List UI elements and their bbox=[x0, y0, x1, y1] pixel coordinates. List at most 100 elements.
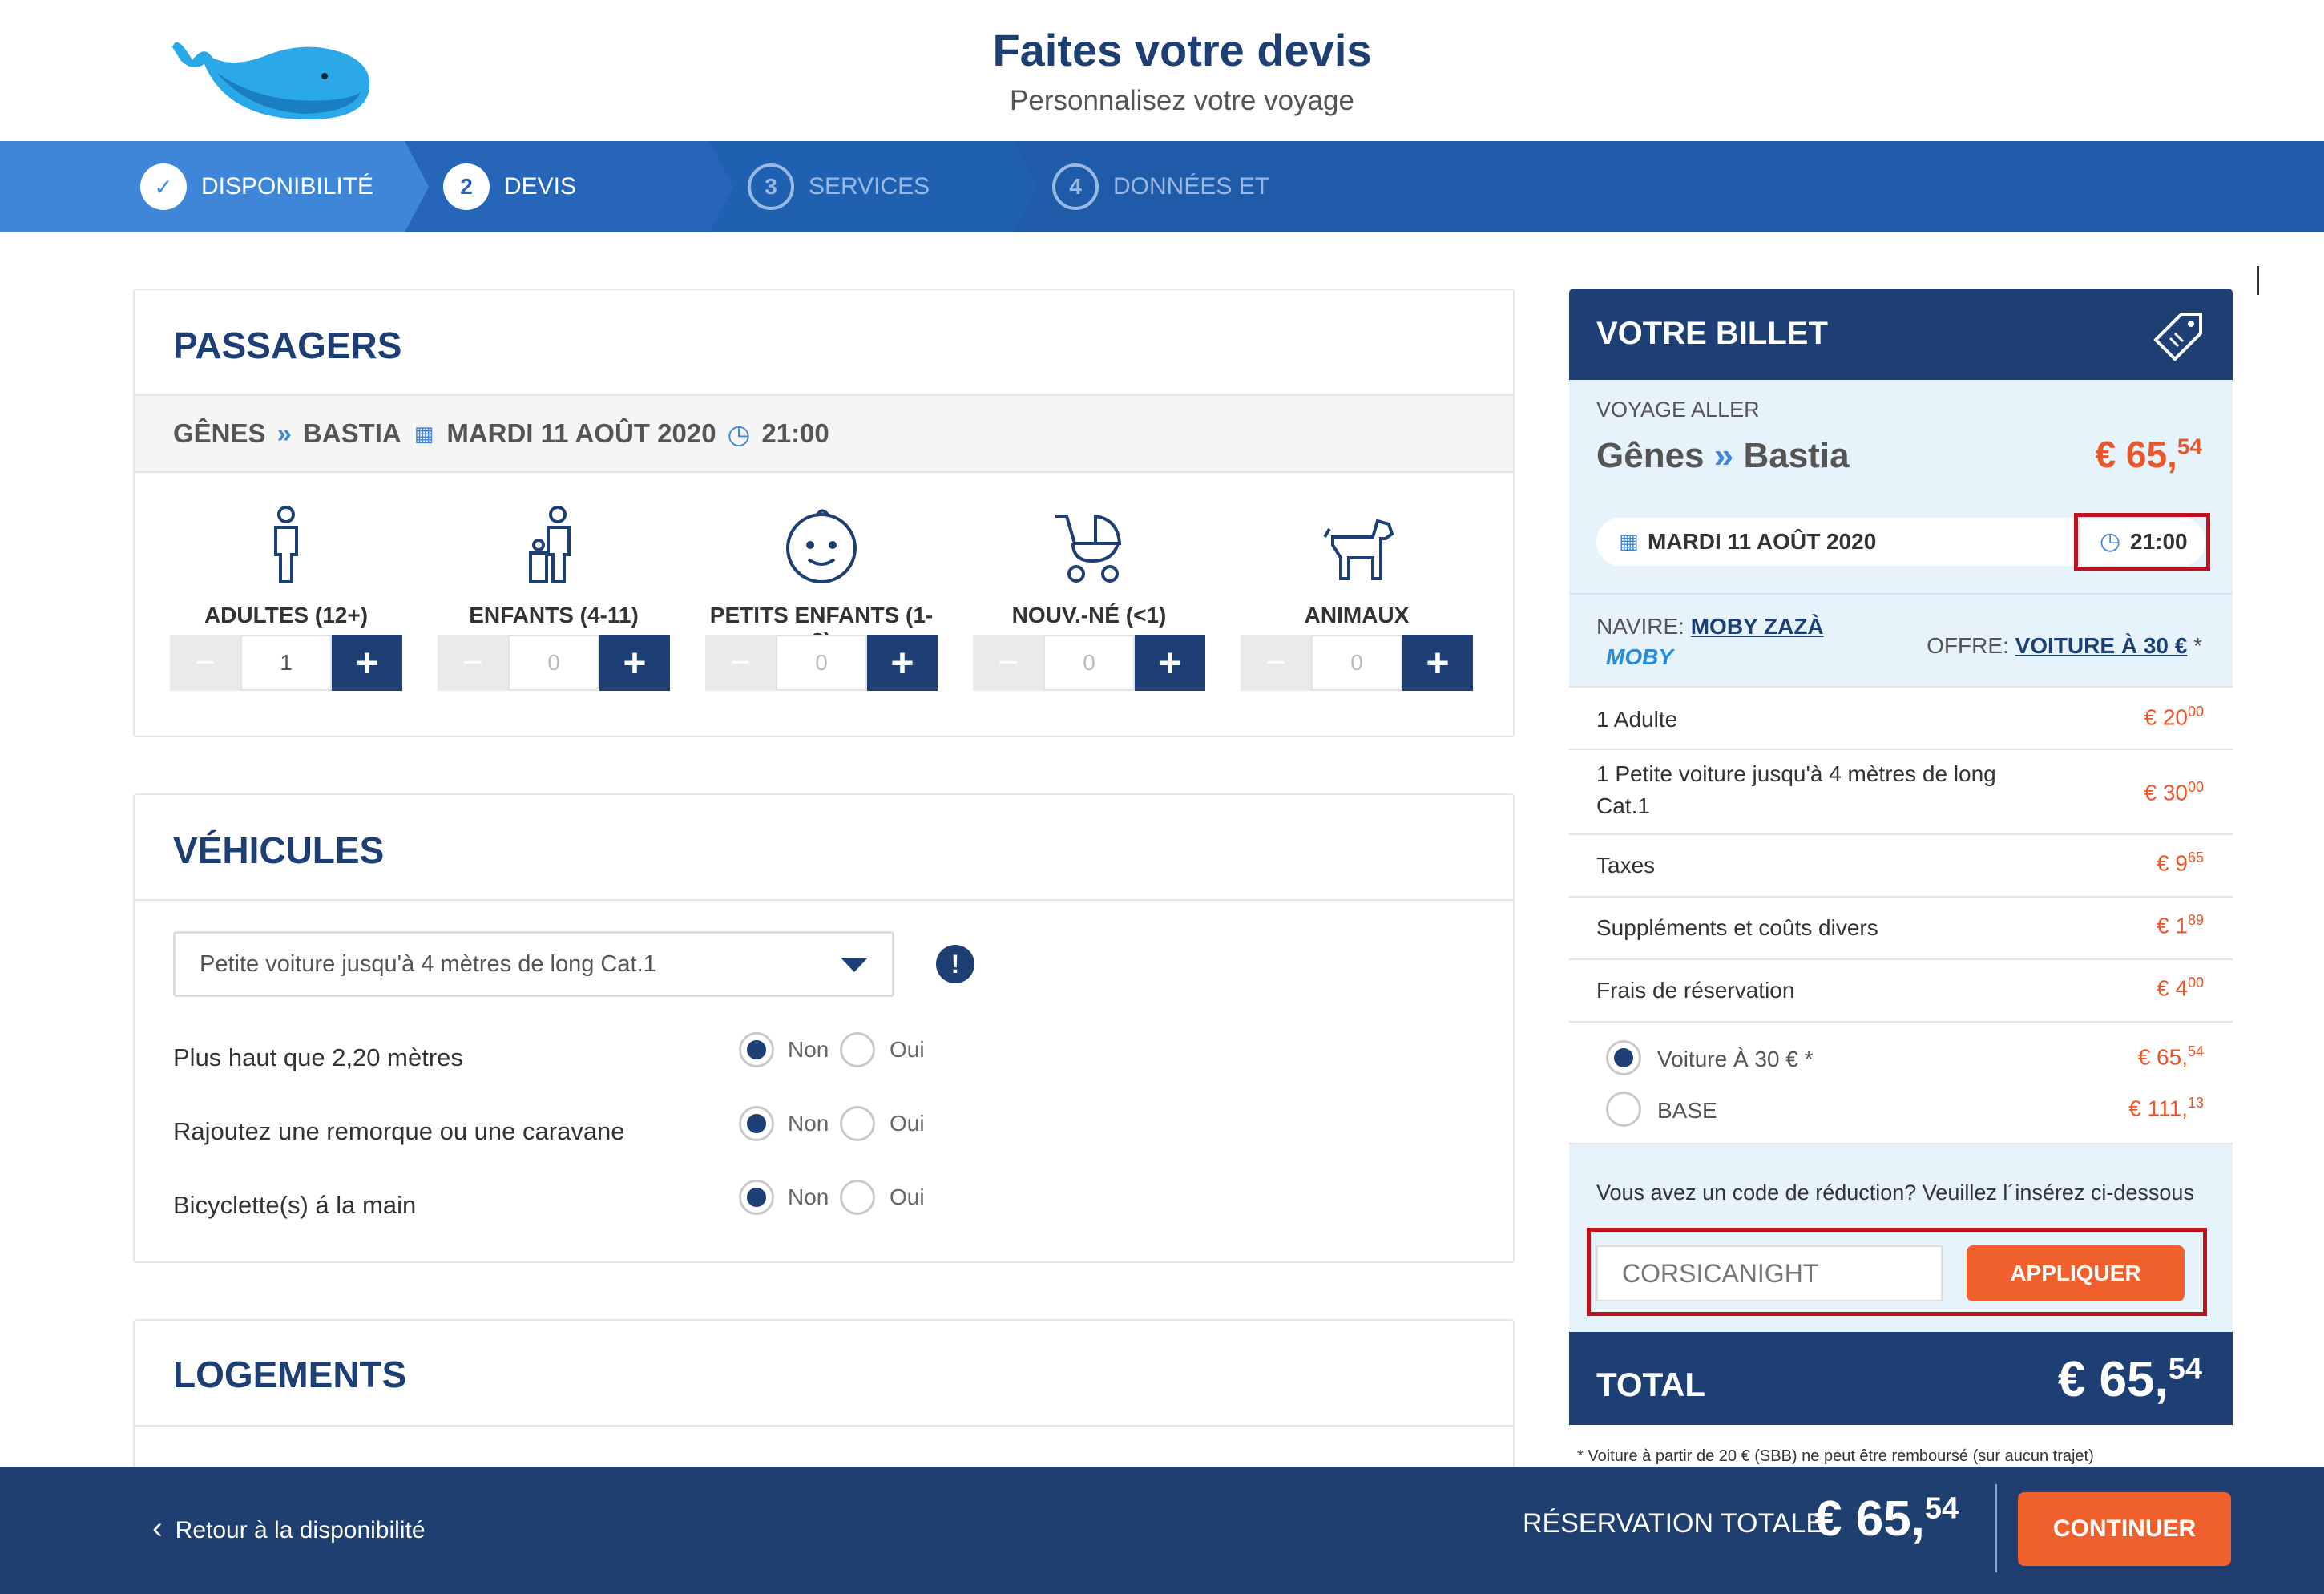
plus-button[interactable]: + bbox=[867, 635, 938, 691]
fare-price: € 111,13 bbox=[2128, 1095, 2204, 1121]
double-chevron-icon: » bbox=[276, 418, 292, 448]
offer-link[interactable]: VOITURE À 30 € bbox=[2015, 633, 2188, 658]
radio-label: Non bbox=[788, 1184, 829, 1209]
step-label: DISPONIBILITÉ bbox=[201, 173, 374, 200]
line-desc-2: Cat.1 bbox=[1596, 793, 1650, 818]
trailer-no-radio[interactable] bbox=[739, 1106, 774, 1141]
step-label: DEVIS bbox=[504, 173, 577, 200]
step-number: 3 bbox=[748, 163, 794, 210]
line-price-int: € 4 bbox=[2157, 975, 2188, 1001]
pax-label: ANIMAUX bbox=[1304, 603, 1410, 628]
ticket-price: € 65,54 bbox=[2096, 433, 2202, 476]
ship-link[interactable]: MOBY ZAZÀ bbox=[1691, 614, 1824, 639]
ticket-price-int: € 65, bbox=[2095, 434, 2177, 475]
highlight-time-box bbox=[2074, 513, 2210, 571]
vehicle-select-value: Petite voiture jusqu'à 4 mètres de long … bbox=[200, 950, 656, 977]
ticket-title: VOTRE BILLET bbox=[1596, 316, 1828, 351]
total-price-int: € 65, bbox=[2057, 1352, 2169, 1407]
step-label: DONNÉES ET bbox=[1113, 173, 1270, 200]
toddlers-stepper: − 0 + bbox=[705, 635, 938, 691]
total-price-dec: 54 bbox=[2168, 1352, 2202, 1386]
back-link[interactable]: ‹ Retour à la disponibilité bbox=[152, 1511, 426, 1546]
plus-button[interactable]: + bbox=[599, 635, 670, 691]
step-disponibilite[interactable]: ✓ DISPONIBILITÉ bbox=[0, 141, 405, 232]
minus-button[interactable]: − bbox=[438, 635, 508, 691]
ship-label: NAVIRE: bbox=[1596, 614, 1684, 639]
price-line: 1 Adulte € 2000 bbox=[1569, 686, 2233, 750]
dog-icon bbox=[1323, 519, 1394, 580]
children-stepper: − 0 + bbox=[438, 635, 670, 691]
step-number: 2 bbox=[443, 163, 490, 210]
info-icon[interactable]: ! bbox=[936, 945, 974, 983]
baby-face-icon bbox=[786, 509, 857, 583]
ticket-price-dec: 54 bbox=[2177, 434, 2202, 459]
radio-label: Oui bbox=[890, 1037, 925, 1062]
passengers-title: PASSAGERS bbox=[173, 325, 402, 366]
line-price-int: € 30 bbox=[2144, 780, 2188, 805]
footnote: * Voiture à partir de 20 € (SBB) ne peut… bbox=[1577, 1447, 2094, 1465]
fare-voiture-radio[interactable] bbox=[1606, 1040, 1641, 1075]
newborn-count[interactable]: 0 bbox=[1043, 635, 1135, 691]
fare-base-radio[interactable] bbox=[1606, 1092, 1641, 1127]
minus-button[interactable]: − bbox=[1241, 635, 1311, 691]
route-date: MARDI 11 AOÛT 2020 bbox=[446, 418, 716, 448]
trailer-yes-radio[interactable] bbox=[840, 1106, 875, 1141]
total-price: € 65,54 bbox=[2058, 1351, 2202, 1408]
line-desc: 1 Petite voiture jusqu'à 4 mètres de lon… bbox=[1596, 761, 1996, 786]
footer-total-label: RÉSERVATION TOTALE bbox=[1523, 1508, 1824, 1539]
children-count[interactable]: 0 bbox=[508, 635, 599, 691]
minus-button[interactable]: − bbox=[705, 635, 776, 691]
divider bbox=[135, 1425, 1513, 1427]
footer-total: € 65,54 bbox=[1814, 1491, 1959, 1548]
bicycle-yes-radio[interactable] bbox=[840, 1180, 875, 1215]
adult-count[interactable]: 1 bbox=[240, 635, 332, 691]
animals-count[interactable]: 0 bbox=[1311, 635, 1402, 691]
height-no-radio[interactable] bbox=[739, 1032, 774, 1067]
line-desc: Frais de réservation bbox=[1596, 978, 1795, 1003]
moby-logo: MOBY bbox=[1606, 644, 1673, 669]
step-number: 4 bbox=[1052, 163, 1099, 210]
bicycle-no-radio[interactable] bbox=[739, 1180, 774, 1215]
line-price: € 3000 bbox=[2144, 779, 2204, 805]
divider bbox=[135, 899, 1513, 901]
plus-button[interactable]: + bbox=[332, 635, 402, 691]
child-icon bbox=[529, 506, 571, 583]
fare-price: € 65,54 bbox=[2137, 1043, 2204, 1070]
vehicle-select[interactable]: Petite voiture jusqu'à 4 mètres de long … bbox=[173, 931, 894, 997]
route-to: BASTIA bbox=[302, 418, 401, 448]
pax-newborn: NOUV.-NÉ (<1) bbox=[973, 505, 1205, 628]
pax-animals: ANIMAUX bbox=[1241, 505, 1473, 628]
minus-button[interactable]: − bbox=[170, 635, 240, 691]
minus-button[interactable]: − bbox=[973, 635, 1043, 691]
calendar-icon: ▦ bbox=[414, 421, 434, 446]
fare-label: BASE bbox=[1657, 1098, 1717, 1123]
price-line: Suppléments et coûts divers € 189 bbox=[1569, 898, 2233, 960]
calendar-icon: ▦ bbox=[1619, 529, 1639, 553]
footer-total-int: € 65, bbox=[1814, 1491, 1925, 1547]
back-label: Retour à la disponibilité bbox=[175, 1517, 426, 1544]
ticket-from: Gênes bbox=[1596, 436, 1705, 475]
ship-info: NAVIRE: MOBY ZAZÀ bbox=[1596, 614, 1824, 640]
highlight-promo-box bbox=[1587, 1228, 2207, 1316]
fare-price-dec: 13 bbox=[2187, 1095, 2204, 1111]
divider bbox=[1995, 1484, 1997, 1572]
chevron-down-icon bbox=[841, 958, 868, 972]
line-price-int: € 9 bbox=[2157, 850, 2188, 876]
step-label: SERVICES bbox=[809, 173, 930, 200]
plus-button[interactable]: + bbox=[1402, 635, 1473, 691]
line-price: € 2000 bbox=[2144, 704, 2204, 730]
question-trailer: Rajoutez une remorque ou une caravane bbox=[173, 1117, 625, 1145]
adult-stepper: − 1 + bbox=[170, 635, 402, 691]
total-label: TOTAL bbox=[1596, 1366, 1706, 1403]
fare-label: Voiture À 30 € * bbox=[1657, 1047, 1814, 1071]
route-bar: GÊNES » BASTIA ▦ MARDI 11 AOÛT 2020 ◷ 21… bbox=[135, 394, 1513, 473]
continue-button[interactable]: CONTINUER bbox=[2018, 1492, 2231, 1566]
height-yes-radio[interactable] bbox=[840, 1032, 875, 1067]
pax-label: NOUV.-NÉ (<1) bbox=[1011, 603, 1167, 628]
line-price-dec: 00 bbox=[2187, 975, 2204, 991]
step-devis: 2 DEVIS bbox=[405, 141, 709, 232]
plus-button[interactable]: + bbox=[1135, 635, 1205, 691]
pax-children: ENFANTS (4-11) bbox=[438, 505, 670, 628]
bottom-bar: ‹ Retour à la disponibilité RÉSERVATION T… bbox=[0, 1467, 2324, 1594]
toddlers-count[interactable]: 0 bbox=[776, 635, 867, 691]
